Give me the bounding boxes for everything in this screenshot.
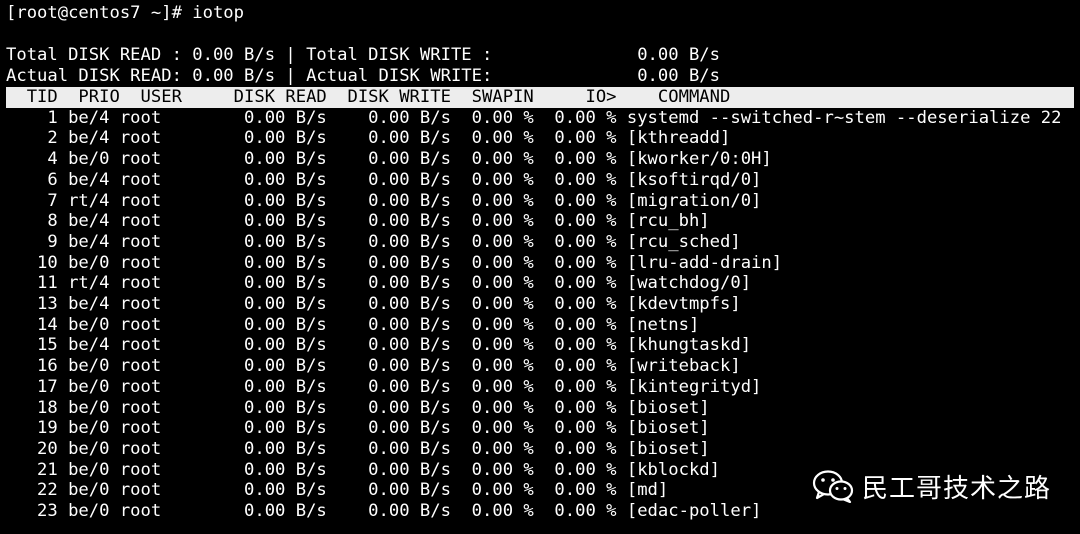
- table-row: 8 be/4 root 0.00 B/s 0.00 B/s 0.00 % 0.0…: [6, 211, 710, 232]
- table-row: 4 be/0 root 0.00 B/s 0.00 B/s 0.00 % 0.0…: [6, 149, 772, 170]
- table-row: 20 be/0 root 0.00 B/s 0.00 B/s 0.00 % 0.…: [6, 438, 710, 459]
- total-disk-summary: Total DISK READ : 0.00 B/s | Total DISK …: [6, 45, 720, 65]
- table-row: 10 be/0 root 0.00 B/s 0.00 B/s 0.00 % 0.…: [6, 252, 783, 273]
- table-row: 7 rt/4 root 0.00 B/s 0.00 B/s 0.00 % 0.0…: [6, 190, 762, 211]
- watermark-text: 民工哥技术之路: [862, 473, 1052, 504]
- table-row: 17 be/0 root 0.00 B/s 0.00 B/s 0.00 % 0.…: [6, 376, 762, 397]
- table-row: 9 be/4 root 0.00 B/s 0.00 B/s 0.00 % 0.0…: [6, 231, 741, 252]
- wechat-icon: [812, 470, 854, 503]
- table-header: TID PRIO USER DISK READ DISK WRITE SWAPI…: [6, 87, 1074, 108]
- actual-disk-summary: Actual DISK READ: 0.00 B/s | Actual DISK…: [6, 65, 720, 86]
- table-row: 15 be/4 root 0.00 B/s 0.00 B/s 0.00 % 0.…: [6, 335, 752, 356]
- table-row: 14 be/0 root 0.00 B/s 0.00 B/s 0.00 % 0.…: [6, 314, 700, 335]
- table-row: 13 be/4 root 0.00 B/s 0.00 B/s 0.00 % 0.…: [6, 294, 741, 314]
- shell-prompt: [root@centos7 ~]# iotop: [6, 3, 244, 23]
- table-row: 22 be/0 root 0.00 B/s 0.00 B/s 0.00 % 0.…: [6, 480, 669, 501]
- watermark: 民工哥技术之路: [812, 466, 1051, 506]
- table-row: 19 be/0 root 0.00 B/s 0.00 B/s 0.00 % 0.…: [6, 418, 710, 439]
- table-row: 6 be/4 root 0.00 B/s 0.00 B/s 0.00 % 0.0…: [6, 169, 762, 190]
- table-row: 21 be/0 root 0.00 B/s 0.00 B/s 0.00 % 0.…: [6, 459, 720, 480]
- table-row: 16 be/0 root 0.00 B/s 0.00 B/s 0.00 % 0.…: [6, 356, 741, 377]
- table-row: 18 be/0 root 0.00 B/s 0.00 B/s 0.00 % 0.…: [6, 397, 710, 418]
- table-row: 23 be/0 root 0.00 B/s 0.00 B/s 0.00 % 0.…: [6, 501, 762, 521]
- table-row: 11 rt/4 root 0.00 B/s 0.00 B/s 0.00 % 0.…: [6, 273, 752, 294]
- table-row: 2 be/4 root 0.00 B/s 0.00 B/s 0.00 % 0.0…: [6, 128, 731, 149]
- table-row: 1 be/4 root 0.00 B/s 0.00 B/s 0.00 % 0.0…: [6, 107, 1062, 128]
